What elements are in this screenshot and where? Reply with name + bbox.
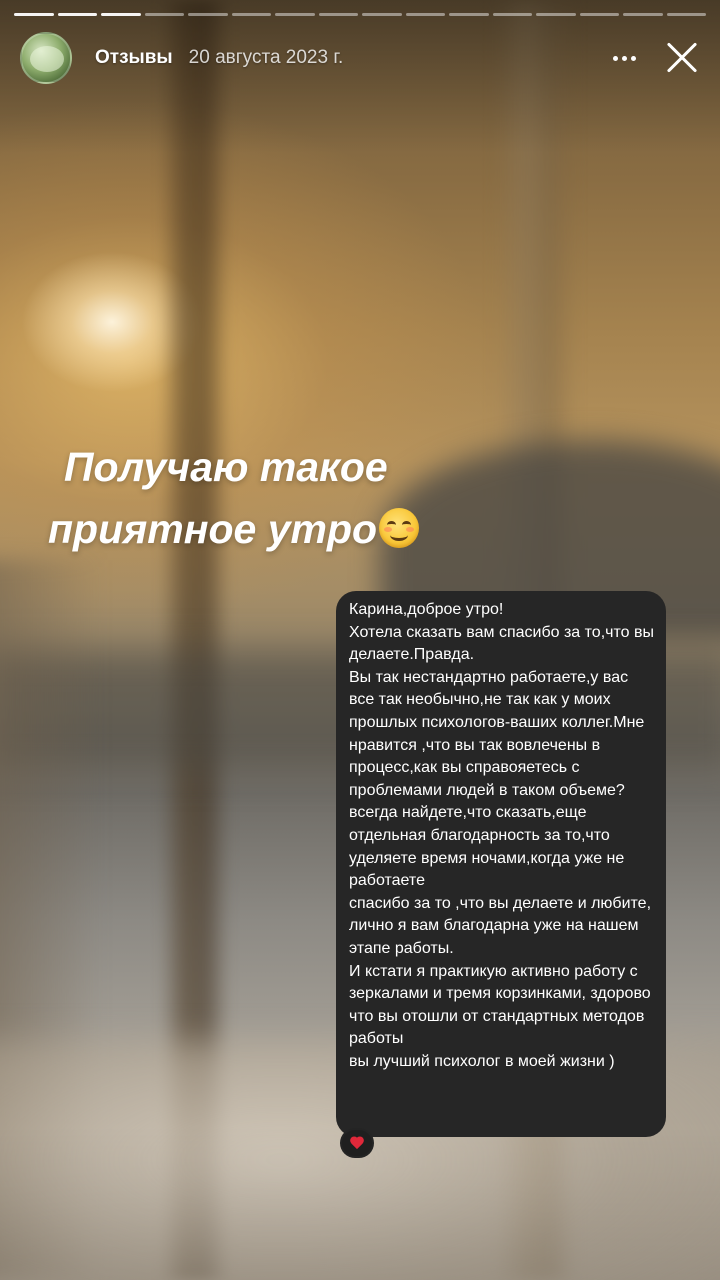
progress-segment — [318, 13, 358, 16]
progress-segment — [536, 13, 576, 16]
progress-segment — [405, 13, 445, 16]
progress-segment — [362, 13, 402, 16]
account-name[interactable]: Отзывы — [95, 47, 173, 69]
story-caption: Получаю такое приятное утро — [48, 436, 568, 560]
caption-line-2-wrapper: приятное утро — [48, 498, 568, 560]
caption-line-1: Получаю такое — [64, 444, 388, 490]
smiling-face-emoji-icon — [379, 508, 420, 548]
story-viewer[interactable]: Отзывы 20 августа 2023 г. Получаю такое … — [0, 0, 720, 1280]
avatar-logo — [30, 46, 64, 72]
progress-segment — [188, 13, 228, 16]
progress-segment — [666, 13, 706, 16]
progress-segment — [101, 13, 141, 16]
close-icon[interactable] — [658, 34, 706, 82]
heart-icon — [350, 1137, 364, 1150]
progress-segment — [449, 13, 489, 16]
reaction-badge — [340, 1128, 374, 1158]
background-curtain — [0, 560, 100, 1280]
progress-segment — [579, 13, 619, 16]
message-screenshot-bubble: Карина,доброе утро! Хотела сказать вам с… — [336, 591, 666, 1137]
progress-segment — [57, 13, 97, 16]
caption-line-2: приятное утро — [48, 506, 378, 552]
story-progress-bar — [14, 13, 706, 17]
progress-segment — [14, 13, 54, 16]
post-date: 20 августа 2023 г. — [188, 47, 344, 68]
progress-segment — [144, 13, 184, 16]
story-header: Отзывы 20 августа 2023 г. — [20, 30, 710, 86]
progress-segment — [492, 13, 532, 16]
progress-segment — [231, 13, 271, 16]
more-options-button[interactable] — [604, 38, 644, 78]
progress-segment — [275, 13, 315, 16]
background-window-frame — [160, 0, 230, 1280]
message-text: Карина,доброе утро! Хотела сказать вам с… — [349, 601, 654, 1070]
more-dots-icon — [612, 55, 636, 61]
highlight-cover-icon[interactable] — [20, 32, 72, 84]
progress-segment — [623, 13, 663, 16]
